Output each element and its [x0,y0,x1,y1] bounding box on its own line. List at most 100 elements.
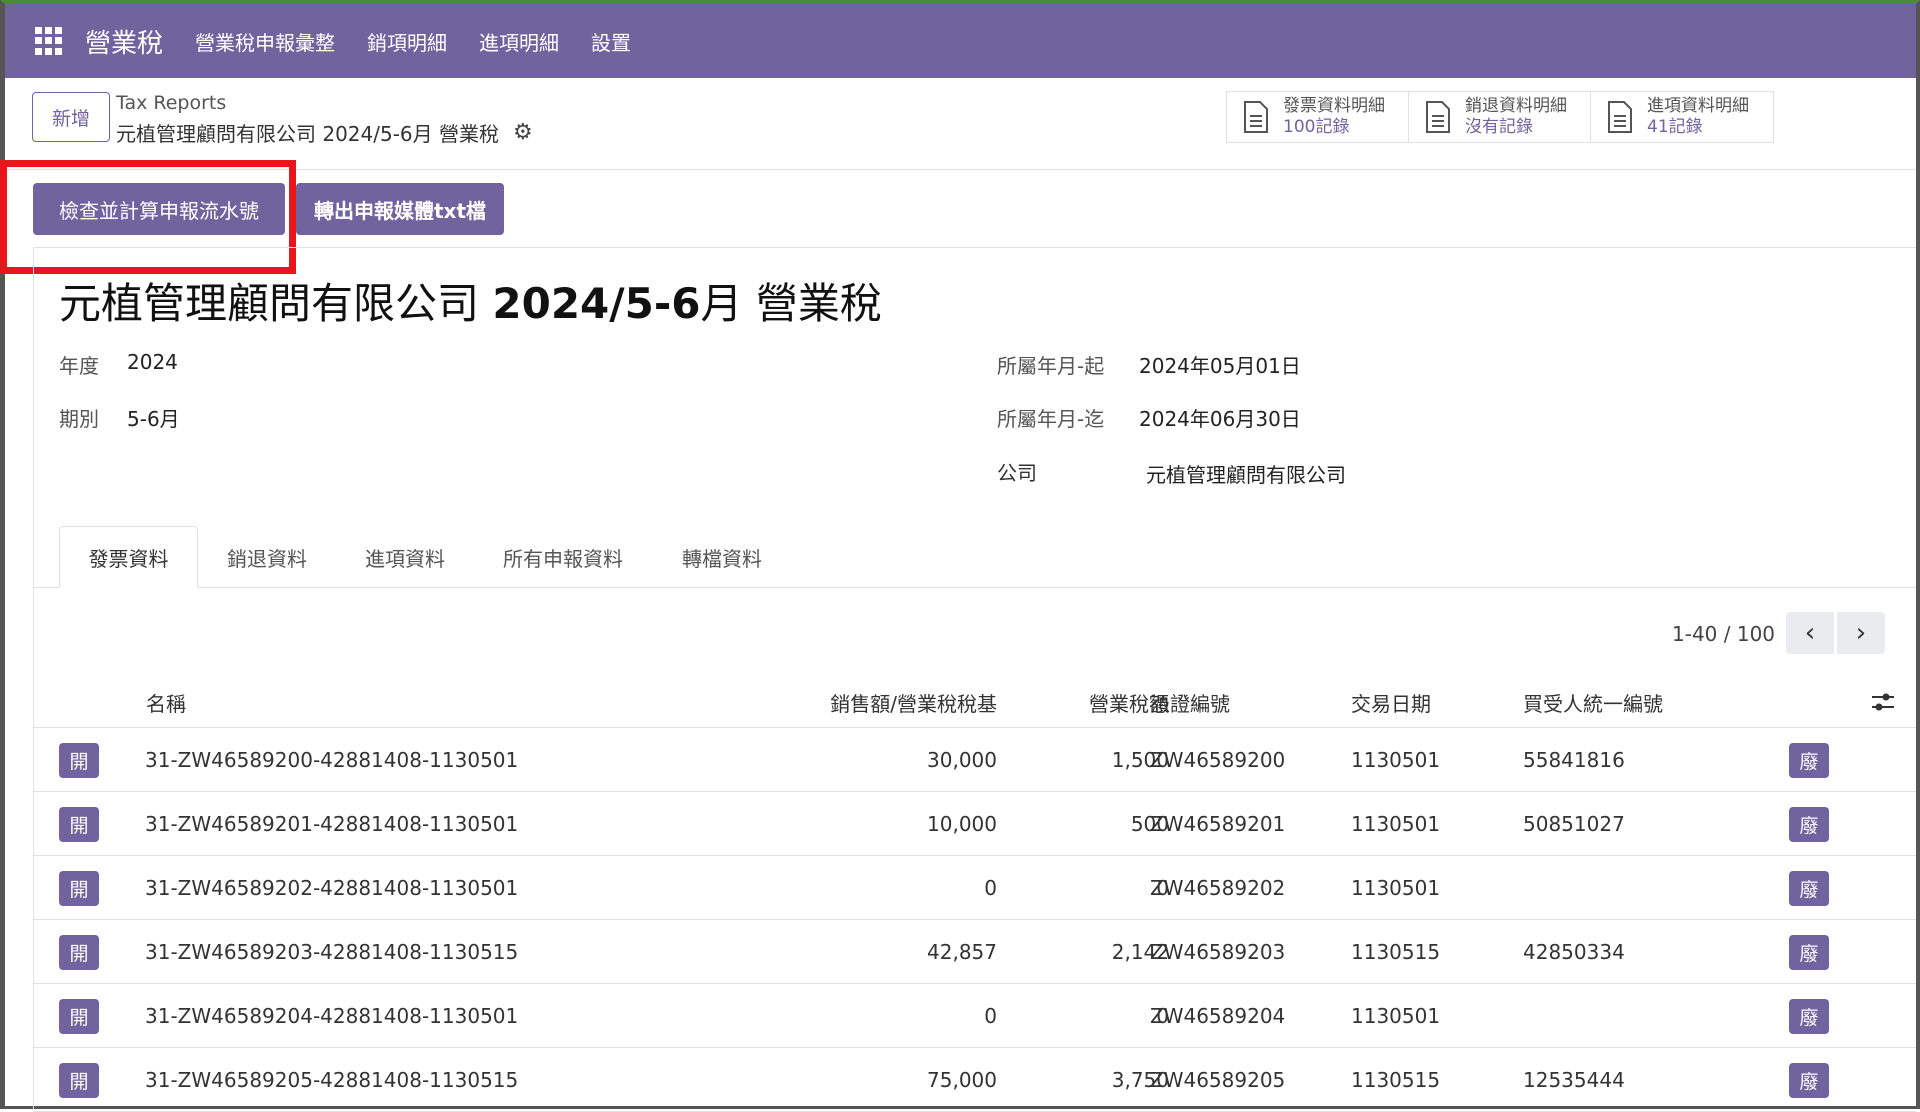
apps-grid-icon[interactable] [35,27,63,55]
period-value: 5-6月 [127,407,180,431]
table-row[interactable]: 開 31-ZW46589205-42881408-1130515 75,000 3,7… [33,1048,1916,1112]
cell-tax-amount: 500 [1130,812,1169,836]
tab-invoice-data[interactable]: 發票資料 [59,526,198,588]
export-txt-button[interactable]: 轉出申報媒體txt檔 [296,183,504,235]
new-button[interactable]: 新增 [32,92,110,142]
cell-buyer-id: 50851027 [1523,812,1625,836]
stat-return-details[interactable]: 銷退資料明細 沒有記錄 [1409,92,1591,142]
chevron-right-icon[interactable]: › [1837,612,1885,654]
cell-name: 31-ZW46589202-42881408-1130501 [145,876,519,900]
stat-purchase-details[interactable]: 進項資料明細 41記錄 [1591,92,1773,142]
cell-name: 31-ZW46589201-42881408-1130501 [145,812,519,836]
page-title: 元植管理顧問有限公司 2024/5-6月 營業稅 [59,270,882,331]
cell-transaction-date: 1130501 [1351,748,1441,772]
cell-tax-amount: 1,500 [1111,748,1169,772]
stat-value: 100記錄 [1283,117,1350,137]
void-button[interactable]: 廢 [1789,807,1829,842]
cell-name: 31-ZW46589204-42881408-1130501 [145,1004,519,1028]
table-row[interactable]: 開 31-ZW46589201-42881408-1130501 10,000 500… [33,792,1916,856]
smart-buttons: 發票資料明細 100記錄 銷退資料明細 沒有記錄 進項資料明細 41記錄 [1226,91,1774,143]
pager-value[interactable]: 1-40 / 100 [1672,622,1775,646]
cell-tax-amount: 0 [1156,1004,1169,1028]
tab-export-data[interactable]: 轉檔資料 [667,526,777,588]
document-icon [1426,101,1450,133]
cell-voucher-number: ZW46589205 [1150,1068,1286,1092]
cell-transaction-date: 1130501 [1351,876,1441,900]
breadcrumb-current-label: 元植管理顧問有限公司 2024/5-6月 營業稅 [116,122,500,146]
table-row[interactable]: 開 31-ZW46589204-42881408-1130501 0 0 ZW46589… [33,984,1916,1048]
void-button[interactable]: 廢 [1789,743,1829,778]
title-company: 元植管理顧問有限公司 [59,279,480,328]
control-panel: 新增 Tax Reports 元植管理顧問有限公司 2024/5-6月 營業稅 … [5,78,1916,170]
cell-voucher-number: ZW46589204 [1150,1004,1286,1028]
open-button[interactable]: 開 [59,1063,99,1098]
cell-tax-amount: 2,142 [1111,940,1169,964]
period-label: 期別 [59,407,99,431]
col-tax-amount[interactable]: 營業稅額 [1034,688,1169,717]
tab-sales-return-data[interactable]: 銷退資料 [212,526,322,588]
table-header: 名稱 銷售額/營業稅稅基 營業稅額 憑證編號 交易日期 買受人統一編號 [33,676,1916,728]
open-button[interactable]: 開 [59,807,99,842]
top-navbar: 營業稅 營業稅申報彙整 銷項明細 進項明細 設置 [5,4,1916,78]
col-name[interactable]: 名稱 [146,688,186,717]
document-icon [1608,101,1632,133]
col-transaction-date[interactable]: 交易日期 [1351,688,1431,717]
cell-voucher-number: ZW46589203 [1150,940,1286,964]
title-period: 2024/5-6 [492,279,701,328]
app-brand[interactable]: 營業稅 [85,23,163,60]
cell-transaction-date: 1130515 [1351,1068,1441,1092]
optional-columns-icon[interactable] [1870,690,1896,714]
menu-tax-summary[interactable]: 營業稅申報彙整 [195,27,335,56]
company-label: 公司 [997,461,1037,485]
open-button[interactable]: 開 [59,935,99,970]
cell-name: 31-ZW46589203-42881408-1130515 [145,940,519,964]
open-button[interactable]: 開 [59,743,99,778]
cell-tax-amount: 3,750 [1111,1068,1169,1092]
cell-transaction-date: 1130515 [1351,940,1441,964]
col-voucher-number[interactable]: 憑證編號 [1150,688,1230,717]
year-label: 年度 [59,354,99,378]
cell-sales-amount: 30,000 [927,748,997,772]
open-button[interactable]: 開 [59,871,99,906]
cell-voucher-number: ZW46589202 [1150,876,1286,900]
menu-settings[interactable]: 設置 [591,27,631,56]
end-month-label: 所屬年月-迄 [997,407,1105,431]
table-row[interactable]: 開 31-ZW46589203-42881408-1130515 42,857 2,1… [33,920,1916,984]
cell-sales-amount: 10,000 [927,812,997,836]
company-value[interactable]: 元植管理顧問有限公司 [1146,459,1346,488]
cell-buyer-id: 12535444 [1523,1068,1625,1092]
tab-purchase-data[interactable]: 進項資料 [350,526,460,588]
cell-voucher-number: ZW46589200 [1150,748,1286,772]
void-button[interactable]: 廢 [1789,871,1829,906]
void-button[interactable]: 廢 [1789,999,1829,1034]
gear-icon[interactable]: ⚙ [513,120,533,145]
document-icon [1244,101,1268,133]
start-month-label: 所屬年月-起 [997,354,1105,378]
void-button[interactable]: 廢 [1789,1063,1829,1098]
table-row[interactable]: 開 31-ZW46589202-42881408-1130501 0 0 ZW46589… [33,856,1916,920]
col-buyer-id[interactable]: 買受人統一編號 [1523,688,1663,717]
chevron-left-icon[interactable]: ‹ [1786,612,1834,654]
table-row[interactable]: 開 31-ZW46589200-42881408-1130501 30,000 1,5… [33,728,1916,792]
stat-invoice-details[interactable]: 發票資料明細 100記錄 [1227,92,1409,142]
stat-value: 沒有記錄 [1465,117,1533,137]
title-suffix: 月 營業稅 [700,279,882,328]
cell-transaction-date: 1130501 [1351,812,1441,836]
cell-sales-amount: 42,857 [927,940,997,964]
cell-sales-amount: 75,000 [927,1068,997,1092]
stat-label: 進項資料明細 [1647,96,1749,116]
void-button[interactable]: 廢 [1789,935,1829,970]
col-sales-amount[interactable]: 銷售額/營業稅稅基 [782,688,997,717]
menu-sales-details[interactable]: 銷項明細 [367,27,447,56]
cell-transaction-date: 1130501 [1351,1004,1441,1028]
cell-buyer-id: 42850334 [1523,940,1625,964]
stat-label: 銷退資料明細 [1465,96,1567,116]
menu-purchase-details[interactable]: 進項明細 [479,27,559,56]
breadcrumb-parent[interactable]: Tax Reports [116,92,226,114]
cell-sales-amount: 0 [984,876,997,900]
cell-name: 31-ZW46589205-42881408-1130515 [145,1068,519,1092]
cell-buyer-id: 55841816 [1523,748,1625,772]
cell-sales-amount: 0 [984,1004,997,1028]
tab-all-report-data[interactable]: 所有申報資料 [488,526,638,588]
open-button[interactable]: 開 [59,999,99,1034]
